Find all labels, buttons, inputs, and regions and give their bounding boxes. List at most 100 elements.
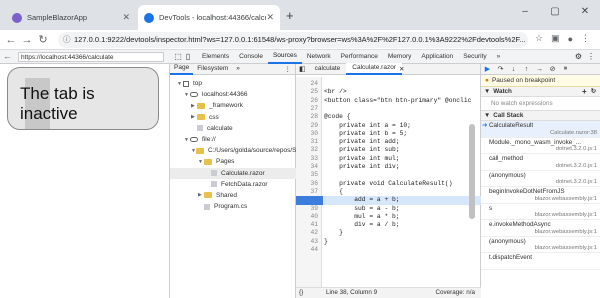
- tree-item[interactable]: ▶ _framework: [170, 100, 296, 111]
- line-number[interactable]: 44: [310, 246, 318, 254]
- frame-location[interactable]: blazor.webassembly.js:1: [535, 245, 597, 251]
- viewport-nav-icon[interactable]: ←: [3, 51, 12, 61]
- watch-section-header[interactable]: ▼ Watch + ↻: [481, 87, 600, 97]
- navigator-menu-icon[interactable]: ⋮: [285, 65, 292, 73]
- code-editor: ◧ calculate Calculate.razor ✕ 24 25 26 27 28…: [296, 63, 481, 298]
- frame-location[interactable]: blazor.webassembly.js:1: [535, 212, 597, 218]
- refresh-watch-icon[interactable]: ↻: [591, 88, 596, 95]
- frame-location[interactable]: Calculate.razor:38: [550, 130, 597, 136]
- line-number[interactable]: 27: [310, 105, 318, 113]
- tab-filesystem[interactable]: Filesystem: [193, 64, 232, 74]
- editor-scrollbar[interactable]: [469, 124, 475, 219]
- line-number[interactable]: 43: [310, 238, 318, 246]
- tree-item[interactable]: ▼ file://: [170, 134, 296, 145]
- line-number[interactable]: 40: [310, 213, 318, 221]
- more-navigator-tabs-icon[interactable]: »: [232, 64, 244, 74]
- tree-item[interactable]: Program.cs: [170, 201, 296, 212]
- line-number[interactable]: 28: [310, 113, 318, 121]
- line-number[interactable]: 29: [310, 122, 318, 130]
- devtools-menu-icon[interactable]: ⋮: [587, 52, 595, 61]
- minimize-icon[interactable]: –: [510, 6, 540, 17]
- step-icon[interactable]: →: [536, 66, 543, 73]
- maximize-icon[interactable]: ▢: [540, 6, 570, 17]
- line-number[interactable]: 30: [310, 130, 318, 138]
- line-number[interactable]: 41: [310, 221, 318, 229]
- viewport-url-input[interactable]: https://localhost:44366/calculate: [18, 51, 164, 62]
- pause-on-exceptions-icon[interactable]: ⏸: [562, 65, 569, 73]
- line-number[interactable]: 34: [310, 163, 318, 171]
- tab-page[interactable]: Page: [170, 63, 194, 75]
- step-into-icon[interactable]: ↓: [510, 66, 517, 73]
- tree-item[interactable]: ▶ Shared: [170, 190, 296, 201]
- line-number[interactable]: 25: [310, 88, 318, 96]
- call-stack-frame[interactable]: Module._mono_wasm_invoke_... dotnet.3.2.0…: [481, 138, 600, 154]
- call-stack-frame[interactable]: (anonymous) blazor.webassembly.js:1: [481, 237, 600, 253]
- call-stack-frame[interactable]: call_method dotnet.3.2.0.js:1: [481, 154, 600, 171]
- call-stack-frame[interactable]: s blazor.webassembly.js:1: [481, 204, 600, 220]
- tab-network[interactable]: Network: [302, 50, 336, 63]
- tree-item[interactable]: ▼ C:/Users/golda/source/repos/S: [170, 145, 296, 156]
- back-icon[interactable]: ←: [4, 34, 18, 46]
- tab-sources[interactable]: Sources: [267, 49, 302, 64]
- settings-gear-icon[interactable]: ⚙: [575, 52, 582, 61]
- star-icon[interactable]: ☆: [535, 33, 543, 44]
- tree-item[interactable]: ▼ top: [170, 78, 296, 89]
- tab-application[interactable]: Application: [416, 50, 458, 63]
- line-number-gutter[interactable]: 2425262728293031323334353637383940414243…: [296, 77, 322, 287]
- tab-security[interactable]: Security: [458, 50, 491, 63]
- frame-function-name: beginInvokeDotNetFromJS: [489, 188, 565, 195]
- reload-icon[interactable]: ↻: [36, 33, 50, 46]
- tab-elements[interactable]: Elements: [197, 50, 234, 63]
- profile-icon[interactable]: ●: [568, 34, 573, 44]
- frame-location[interactable]: dotnet.3.2.0.js:1: [556, 146, 597, 152]
- inspect-element-icon[interactable]: ⬚: [173, 52, 183, 61]
- tree-item[interactable]: ▶ css: [170, 112, 296, 123]
- frame-location[interactable]: blazor.webassembly.js:1: [535, 229, 597, 235]
- add-watch-icon[interactable]: +: [582, 87, 587, 96]
- tab-performance[interactable]: Performance: [336, 50, 383, 63]
- deactivate-breakpoints-icon[interactable]: ⊘: [549, 65, 556, 73]
- browser-tab-devtools[interactable]: DevTools - localhost:44366/calculate ✕: [138, 5, 280, 30]
- address-bar[interactable]: ⓘ 127.0.0.1:9222/devtools/inspector.html…: [58, 32, 528, 48]
- forward-icon[interactable]: →: [20, 34, 34, 46]
- frame-location[interactable]: blazor.webassembly.js:1: [535, 196, 597, 202]
- new-tab-icon[interactable]: +: [286, 8, 294, 23]
- resume-icon[interactable]: ▶: [484, 65, 491, 73]
- tree-item[interactable]: FetchData.razor: [170, 179, 296, 190]
- line-number[interactable]: 24: [310, 80, 318, 88]
- line-number[interactable]: 31: [310, 138, 318, 146]
- step-over-icon[interactable]: ↷: [497, 65, 504, 73]
- call-stack-frame[interactable]: (anonymous) dotnet.3.2.0.js:1: [481, 171, 600, 187]
- menu-icon[interactable]: ⋮: [581, 33, 590, 44]
- close-tab-icon[interactable]: ✕: [122, 12, 130, 23]
- line-number[interactable]: 39: [310, 205, 318, 213]
- browser-tab-sampleblazorapp[interactable]: SampleBlazorApp ✕: [6, 5, 136, 30]
- frame-location[interactable]: dotnet.3.2.0.js:1: [556, 179, 597, 185]
- callstack-section-header[interactable]: ▼ Call Stack: [481, 111, 600, 121]
- tree-item[interactable]: ▼ Pages: [170, 156, 296, 167]
- close-window-icon[interactable]: ✕: [570, 6, 600, 17]
- tree-item[interactable]: ▼ localhost:44366: [170, 89, 296, 100]
- call-stack-frame[interactable]: t.dispatchEvent: [481, 253, 600, 270]
- breakpoint-marker[interactable]: [296, 195, 323, 205]
- tree-item[interactable]: calculate: [170, 123, 296, 134]
- line-number[interactable]: 35: [310, 171, 318, 179]
- extension-icon[interactable]: ▣: [551, 33, 560, 44]
- line-number[interactable]: 42: [310, 229, 318, 237]
- device-toolbar-icon[interactable]: ▯: [183, 52, 193, 61]
- line-number[interactable]: 32: [310, 146, 318, 154]
- more-tabs-icon[interactable]: »: [492, 50, 506, 63]
- pretty-print-icon[interactable]: {}: [299, 288, 303, 298]
- tree-item[interactable]: Calculate.razor: [170, 167, 296, 179]
- call-stack-frame[interactable]: beginInvokeDotNetFromJS blazor.webassembl…: [481, 187, 600, 204]
- frame-location[interactable]: dotnet.3.2.0.js:1: [556, 163, 597, 169]
- line-number[interactable]: 36: [310, 180, 318, 188]
- line-number[interactable]: 33: [310, 155, 318, 163]
- call-stack-frame[interactable]: e.invokeMethodAsync blazor.webassembly.js…: [481, 220, 600, 237]
- line-number[interactable]: 26: [310, 97, 318, 105]
- tab-memory[interactable]: Memory: [383, 50, 416, 63]
- tab-console[interactable]: Console: [234, 50, 268, 63]
- step-out-icon[interactable]: ↑: [523, 66, 530, 73]
- close-tab-icon[interactable]: ✕: [266, 12, 274, 23]
- call-stack-frame[interactable]: ➜ CalculateResult Calculate.razor:38: [481, 121, 600, 138]
